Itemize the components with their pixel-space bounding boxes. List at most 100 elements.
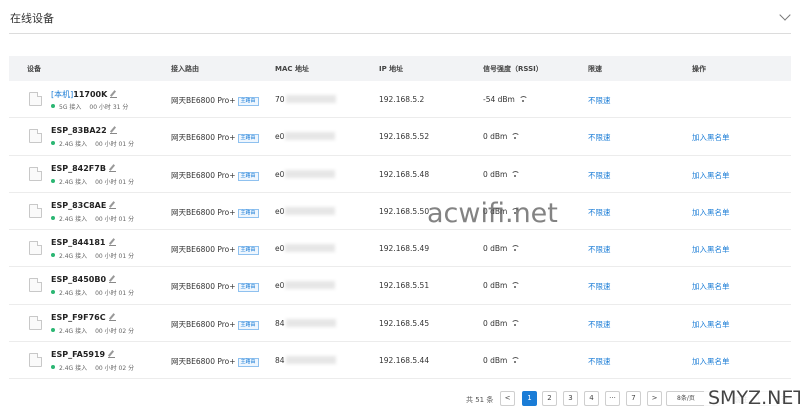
device-name-text: ESP_844181 [51,238,106,248]
total-count: 共 51 条 [466,396,494,404]
rssi-cell: 0 dBm [483,244,521,254]
router-cell: 网天BE6800 Pro+ 主路由 [171,244,259,256]
online-time: 00 小时 31 分 [89,104,129,111]
device-name: ESP_83C8AE [51,200,117,210]
device-status: 2.4G 接入 00 小时 01 分 [51,288,134,297]
ip-cell: 192.168.5.48 [379,169,430,179]
rssi-value: 0 dBm [483,132,508,142]
page-button-4[interactable]: 4 [584,391,599,406]
edit-icon[interactable] [108,314,116,321]
limit-link[interactable]: 不限速 [588,244,611,255]
limit-link[interactable]: 不限速 [588,170,611,181]
edit-icon[interactable] [109,127,117,135]
edit-icon[interactable] [109,202,117,209]
wifi-icon [511,133,521,140]
band-text: 2.4G 接入 [59,327,88,335]
limit-link[interactable]: 不限速 [588,281,611,292]
table-row: ESP_83C8AE 2.4G 接入 00 小时 01 分 网天BE6800 Pro+… [9,193,791,231]
rssi-cell: 0 dBm [483,319,521,328]
col-ip: IP 地址 [379,65,404,73]
ip-cell: 192.168.5.51 [379,281,430,291]
router-cell: 网天BE6800 Pro+ 主路由 [171,170,259,181]
edit-icon[interactable] [108,239,116,247]
band-text: 5G 接入 [59,104,82,111]
edit-icon[interactable] [108,165,116,172]
router-name: 网天BE6800 Pro+ [171,357,236,367]
device-icon [29,166,42,181]
mac-cell: 84 [275,318,336,328]
device-name-text: ESP_8450B0 [51,275,107,285]
band-text: 2.4G 接入 [59,141,88,149]
rssi-value: 0 dBm [483,356,508,366]
prev-page-button[interactable]: < [500,391,515,406]
device-name: ESP_8450B0 [51,275,117,285]
device-name: ESP_83BA22 [51,126,117,135]
blacklist-link[interactable]: 加入黑名单 [692,244,730,255]
band-text: 2.4G 接入 [59,178,88,186]
online-dot-icon [51,253,55,258]
mac-prefix: e0 [275,281,285,291]
rssi-cell: 0 dBm [483,170,521,179]
next-page-button[interactable]: > [647,391,662,406]
table-row: ESP_FA5919 2.4G 接入 00 小时 02 分 网天BE6800 Pro+… [9,342,791,380]
col-device: 设备 [27,65,41,73]
blacklist-link[interactable]: 加入黑名单 [692,281,730,292]
online-dot-icon [51,290,55,295]
limit-link[interactable]: 不限速 [588,132,611,143]
table-row: ESP_83BA22 2.4G 接入 00 小时 01 分 网天BE6800 Pro+… [9,118,791,156]
device-name-text: 11700K [73,90,108,99]
device-status: 2.4G 接入 00 小时 01 分 [51,177,134,186]
watermark-center: acwifi.net [427,198,558,229]
limit-link[interactable]: 不限速 [588,319,611,330]
rssi-cell: 0 dBm [483,356,521,366]
router-tag: 主路由 [237,208,259,218]
page-button-1[interactable]: 1 [522,391,537,406]
col-mac: MAC 地址 [275,65,309,73]
page-button-3[interactable]: 3 [563,391,578,406]
device-icon [29,92,42,106]
wifi-icon [511,319,521,326]
page-button-7[interactable]: 7 [626,391,641,406]
blacklist-link[interactable]: 加入黑名单 [692,132,730,143]
limit-link[interactable]: 不限速 [588,95,611,106]
mac-cell: e0 [275,206,336,216]
table-row: ESP_F9F76C 2.4G 接入 00 小时 02 分 网天BE6800 Pro+… [9,305,791,343]
table-header: 设备 接入路由 MAC 地址 IP 地址 信号强度（RSSI） 限速 操作 [9,56,791,81]
blacklist-link[interactable]: 加入黑名单 [692,207,730,218]
rssi-cell: 0 dBm [483,132,521,142]
ip-cell: 192.168.5.50 [379,206,430,216]
device-icon [29,353,42,368]
page-ellipsis[interactable]: ··· [605,391,620,406]
device-status: 5G 接入 00 小时 31 分 [51,102,128,111]
mac-redacted [285,206,336,215]
device-status: 2.4G 接入 00 小时 01 分 [51,251,134,260]
edit-icon[interactable] [108,351,116,359]
router-cell: 网天BE6800 Pro+ 主路由 [171,319,259,330]
device-name-text: ESP_83C8AE [51,200,107,210]
ip-cell: 192.168.5.52 [379,132,430,142]
page-button-2[interactable]: 2 [542,391,557,406]
router-name: 网天BE6800 Pro+ [171,170,236,180]
router-cell: 网天BE6800 Pro+ 主路由 [171,132,259,144]
mac-prefix: e0 [275,206,285,216]
mac-cell: e0 [275,281,336,291]
edit-icon[interactable] [110,91,118,98]
mac-cell: 84 [275,356,336,365]
blacklist-link[interactable]: 加入黑名单 [692,356,730,367]
limit-link[interactable]: 不限速 [588,207,611,218]
blacklist-link[interactable]: 加入黑名单 [692,319,730,330]
device-name-text: ESP_842F7B [51,163,106,173]
mac-redacted [285,132,336,141]
mac-cell: e0 [275,132,336,141]
table-body: [本机]11700K 5G 接入 00 小时 31 分网天BE6800 Pro+ 主路… [9,81,791,380]
chevron-down-icon[interactable] [779,9,791,21]
edit-icon[interactable] [109,276,117,284]
band-text: 2.4G 接入 [59,215,88,223]
band-text: 2.4G 接入 [59,365,88,373]
blacklist-link[interactable]: 加入黑名单 [692,170,730,181]
rssi-value: 0 dBm [483,244,508,254]
rssi-value: -54 dBm [483,95,515,104]
online-time: 00 小时 01 分 [95,178,135,186]
device-icon [29,241,42,256]
limit-link[interactable]: 不限速 [588,356,611,367]
